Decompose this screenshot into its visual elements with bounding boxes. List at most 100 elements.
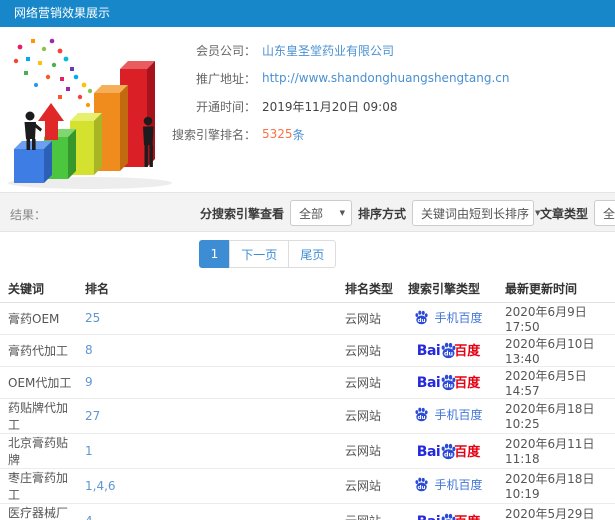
results-table-body: 膏药OEM 25 云网站 du 手机百度 2020年6月9日 17:50 膏药代加工 8 云网站… [0,302,615,520]
rank-link[interactable]: 8 [85,343,93,357]
engine-filter-label: 分搜索引擎查看 [200,206,285,221]
rank-link[interactable]: 4 [85,514,93,520]
rank-cell: 4 [77,503,337,520]
results-table: 关键词 排名 排名类型 搜索引擎类型 最新更新时间 膏药OEM 25 云网站 du 手机… [0,276,615,520]
sort-select[interactable]: 关键词由短到长排序 ▼ [412,200,540,226]
rank-cell: 1 [77,433,337,469]
updated-time-cell: 2020年6月18日 10:25 [497,398,615,434]
engine-type-cell: Baidu百度 [400,366,497,399]
baidu-logo: Baidu百度 [417,443,480,459]
table-row: 枣庄膏药加工 1,4,6 云网站 du 手机百度 2020年6月18日 10:19 [0,468,615,504]
rank-type-cell: 云网站 [337,366,400,399]
col-keyword: 关键词 [0,276,77,303]
baidu-logo-cn: 百度 [454,516,480,520]
svg-text:du: du [418,317,426,323]
rank-cell: 25 [77,302,337,335]
info-row-opened: 开通时间： 2019年11月20日 09:08 [168,97,509,115]
rank-type-cell: 云网站 [337,334,400,367]
baidu-logo-cn: 百度 [454,444,481,460]
table-row: 医疗器械厂家 4 云网站 Baidu百度 2020年5月29日 10:32 [0,503,615,520]
rank-type-cell: 云网站 [337,398,400,434]
summary-section: 会员公司： 山东皇圣堂药业有限公司 推广地址： http://www.shand… [0,27,615,192]
rank-link[interactable]: 27 [85,409,100,423]
ranking-count-suffix[interactable]: 条 [293,126,305,143]
baidu-logo-cn: 百度 [454,376,481,391]
keyword-cell: 药贴牌代加工 [0,398,77,434]
engine-type-cell: Baidu百度 [400,503,497,520]
updated-time-cell: 2020年6月18日 10:19 [497,468,615,504]
keyword-cell: 膏药代加工 [0,334,77,367]
table-row: 北京膏药贴牌 1 云网站 Bai du 百度 2020年6月11日 11:18 [0,433,615,469]
baidu-logo-text: Bai [417,515,441,520]
result-label: 结果： [10,208,47,222]
open-time-label: 开通时间： [195,99,256,114]
baidu-paw-icon: du [415,310,429,324]
svg-text:du: du [444,349,453,357]
baidu-logo-cn: 百度 [454,344,481,359]
rank-cell: 8 [77,334,337,367]
info-row-ranking: 搜索引擎排名： 5325 条 [168,125,509,143]
rank-type-cell: 云网站 [337,468,400,504]
article-type-filter-label: 文章类型 [540,206,589,221]
updated-time-cell: 2020年6月10日 13:40 [497,334,615,367]
next-page-button[interactable]: 下一页 [229,240,290,268]
rank-link[interactable]: 9 [85,375,93,389]
keyword-cell: 膏药OEM [0,302,77,335]
baidu-logo: Baidu百度 [416,342,481,359]
col-updated: 最新更新时间 [497,276,615,303]
keyword-cell: 北京膏药贴牌 [0,433,77,469]
table-row: 膏药代加工 8 云网站 Bai du 百度 2020年6月10日 13:40 [0,334,615,367]
page-title: 网络营销效果展示 [0,0,615,27]
article-type-select[interactable]: 全部 ▼ [594,200,615,226]
promotion-url-link[interactable]: http://www.shandonghuangshengtang.cn [262,71,509,85]
mobile-baidu-logo: du 手机百度 [414,476,483,493]
last-page-button[interactable]: 尾页 [288,240,337,268]
engine-type-cell: Baidu百度 [400,433,497,469]
engine-type-cell: du 手机百度 [400,468,497,504]
updated-time-cell: 2020年6月5日 14:57 [497,366,615,399]
table-row: OEM代加工 9 云网站 Bai du 百度 2020年6月5日 14:57 [0,366,615,399]
rank-link[interactable]: 1 [85,444,93,458]
engine-select-value: 全部 [299,206,324,221]
rank-type-cell: 云网站 [337,433,400,469]
pagination: 1 下一页 尾页 [198,240,337,268]
svg-text:du: du [444,450,453,458]
company-label: 会员公司： [195,43,256,58]
baidu-paw-icon: du [415,407,429,422]
col-rank: 排名 [77,276,337,303]
engine-type-cell: Baidu百度 [400,334,497,367]
keyword-cell: 枣庄膏药加工 [0,468,77,504]
mobile-baidu-label: 手机百度 [434,310,483,325]
updated-time-cell: 2020年6月9日 17:50 [497,302,615,335]
company-link[interactable]: 山东皇圣堂药业有限公司 [262,42,394,59]
col-rank-type: 排名类型 [337,276,400,303]
sort-select-value: 关键词由短到长排序 [421,206,530,221]
updated-time-cell: 2020年6月11日 11:18 [497,433,615,469]
ranking-count-value: 5325 [262,127,293,141]
svg-text:du: du [418,485,426,491]
rank-link[interactable]: 1,4,6 [85,479,116,493]
baidu-paw-icon: du [415,477,429,492]
table-row: 膏药OEM 25 云网站 du 手机百度 2020年6月9日 17:50 [0,302,615,335]
info-row-company: 会员公司： 山东皇圣堂药业有限公司 [168,41,509,59]
bar-chart-illustration [8,38,172,189]
mobile-baidu-label: 手机百度 [434,408,483,422]
baidu-logo-text: Bai [416,375,441,391]
promotion-url-label: 推广地址： [195,71,256,86]
engine-select[interactable]: 全部 ▼ [290,200,353,226]
baidu-logo: Baidu百度 [416,374,481,391]
mobile-baidu-logo: du 手机百度 [414,406,483,423]
engine-type-cell: du 手机百度 [400,398,497,434]
pagination-row: 1 下一页 尾页 [0,232,615,276]
rank-cell: 1,4,6 [77,468,337,504]
sort-filter-label: 排序方式 [358,206,407,221]
open-time-value: 2019年11月20日 09:08 [262,99,398,114]
rank-type-cell: 云网站 [337,302,400,335]
ranking-count-label: 搜索引擎排名： [171,127,256,142]
info-row-url: 推广地址： http://www.shandonghuangshengtang.… [168,69,509,87]
rank-link[interactable]: 25 [85,311,100,325]
rank-type-cell: 云网站 [337,503,400,520]
keyword-cell: 医疗器械厂家 [0,503,77,520]
page-1-button[interactable]: 1 [198,240,231,268]
baidu-logo-text: Bai [416,343,441,359]
